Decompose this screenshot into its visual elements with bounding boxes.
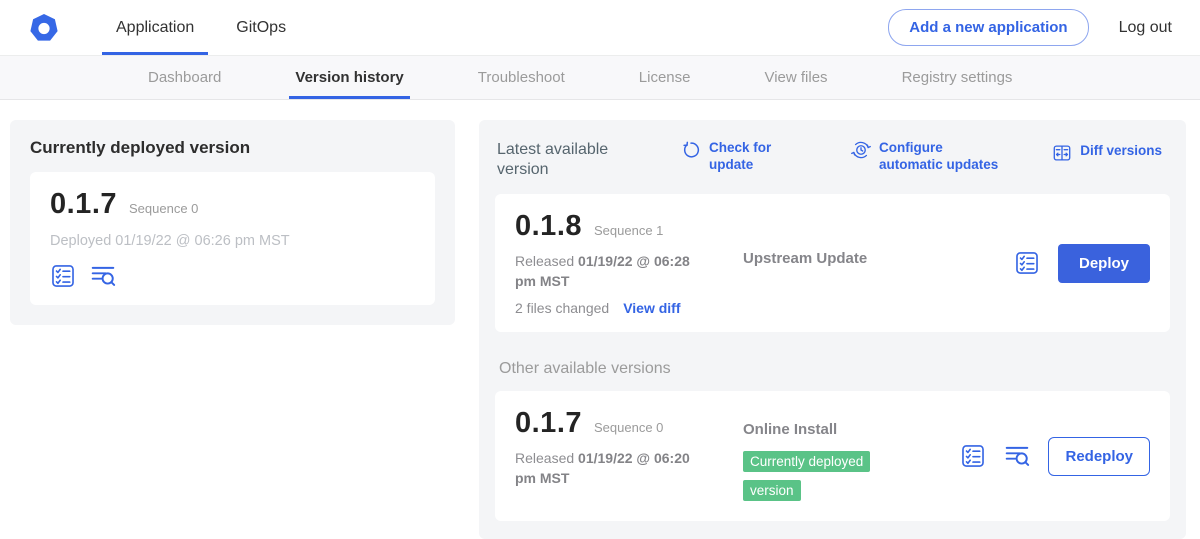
split-diff-icon [1052,143,1072,163]
release-timestamp: Released 01/19/22 @ 06:28 pm MST [515,252,713,291]
log-search-icon[interactable] [90,263,116,289]
release-card-0-1-7: 0.1.7 Sequence 0 Released 01/19/22 @ 06:… [495,391,1170,521]
top-nav: Application GitOps Add a new application… [0,0,1200,56]
diff-versions-label: Diff versions [1080,143,1162,160]
subtab-version-history[interactable]: Version history [289,56,409,99]
current-version-card: 0.1.7 Sequence 0 Deployed 01/19/22 @ 06:… [30,172,435,305]
release-actions: Redeploy [960,437,1150,476]
app-sub-nav: Dashboard Version history Troubleshoot L… [0,56,1200,100]
diff-versions-link[interactable]: Diff versions [1052,143,1162,163]
subtab-version-history-label: Version history [295,69,403,86]
refresh-icon [681,140,701,160]
release-timestamp: Released 01/19/22 @ 06:20 pm MST [515,449,713,488]
subtab-dashboard-label: Dashboard [148,69,221,86]
app-logo-heptagon-icon[interactable] [28,12,60,44]
release-card-0-1-8: 0.1.8 Sequence 1 Released 01/19/22 @ 06:… [495,194,1170,332]
latest-available-header: Latest available version Check for updat… [495,136,1170,180]
release-version-number: 0.1.8 [515,210,582,243]
logout-link[interactable]: Log out [1119,19,1172,37]
release-info: 0.1.7 Sequence 0 Released 01/19/22 @ 06:… [515,407,743,488]
add-application-button[interactable]: Add a new application [888,9,1088,46]
release-info: 0.1.8 Sequence 1 Released 01/19/22 @ 06:… [515,210,743,316]
subtab-registry-settings[interactable]: Registry settings [896,56,1019,99]
check-for-update-link[interactable]: Check for update [681,140,789,174]
tab-gitops[interactable]: GitOps [222,0,300,55]
release-version-number: 0.1.7 [515,407,582,440]
release-source: Upstream Update [743,210,1014,267]
deploy-button[interactable]: Deploy [1058,244,1150,283]
currently-deployed-title: Currently deployed version [30,138,435,158]
top-nav-right: Add a new application Log out [888,0,1178,55]
schedule-sync-icon [851,140,871,160]
currently-deployed-panel: Currently deployed version 0.1.7 Sequenc… [10,120,455,325]
current-version-actions [50,263,415,289]
tab-gitops-label: GitOps [236,19,286,37]
files-changed-count: 2 files changed [515,300,609,316]
main-content: Currently deployed version 0.1.7 Sequenc… [0,100,1200,539]
current-version-number: 0.1.7 [50,188,117,221]
checklist-icon[interactable] [960,443,986,469]
view-diff-link[interactable]: View diff [623,300,680,316]
subtab-view-files-label: View files [764,69,827,86]
current-version-sequence: Sequence 0 [129,201,198,216]
checklist-icon[interactable] [50,263,76,289]
currently-deployed-badge: Currently deployed version [743,451,870,501]
release-source-block: Online Install Currently deployed versio… [743,407,960,505]
release-sequence: Sequence 1 [594,223,663,238]
other-versions-title: Other available versions [499,360,1170,378]
configure-automatic-updates-label: Configure automatic updates [879,140,1009,174]
subtab-troubleshoot[interactable]: Troubleshoot [472,56,571,99]
redeploy-button[interactable]: Redeploy [1048,437,1150,476]
top-nav-tabs: Application GitOps [102,0,314,55]
release-actions: Deploy [1014,244,1150,283]
current-deployed-timestamp: Deployed 01/19/22 @ 06:26 pm MST [50,233,415,249]
released-label: Released [515,450,574,466]
subtab-license[interactable]: License [633,56,697,99]
tab-application-label: Application [116,19,194,37]
checklist-icon[interactable] [1014,250,1040,276]
version-row: 0.1.7 Sequence 0 [50,188,415,221]
deployed-badge-wrap: Currently deployed version [743,448,891,505]
latest-available-title: Latest available version [497,140,625,180]
subtab-view-files[interactable]: View files [758,56,833,99]
files-changed-row: 2 files changed View diff [515,300,743,316]
subtab-dashboard[interactable]: Dashboard [142,56,227,99]
version-row: 0.1.8 Sequence 1 [515,210,743,243]
released-label: Released [515,253,574,269]
configure-automatic-updates-link[interactable]: Configure automatic updates [851,140,1009,174]
version-row: 0.1.7 Sequence 0 [515,407,743,440]
tab-application[interactable]: Application [102,0,208,55]
subtab-troubleshoot-label: Troubleshoot [478,69,565,86]
release-source: Online Install [743,421,960,438]
version-history-panel: Latest available version Check for updat… [479,120,1186,539]
subtab-registry-settings-label: Registry settings [902,69,1013,86]
release-sequence: Sequence 0 [594,420,663,435]
subtab-license-label: License [639,69,691,86]
log-search-icon[interactable] [1004,443,1030,469]
check-for-update-label: Check for update [709,140,789,174]
